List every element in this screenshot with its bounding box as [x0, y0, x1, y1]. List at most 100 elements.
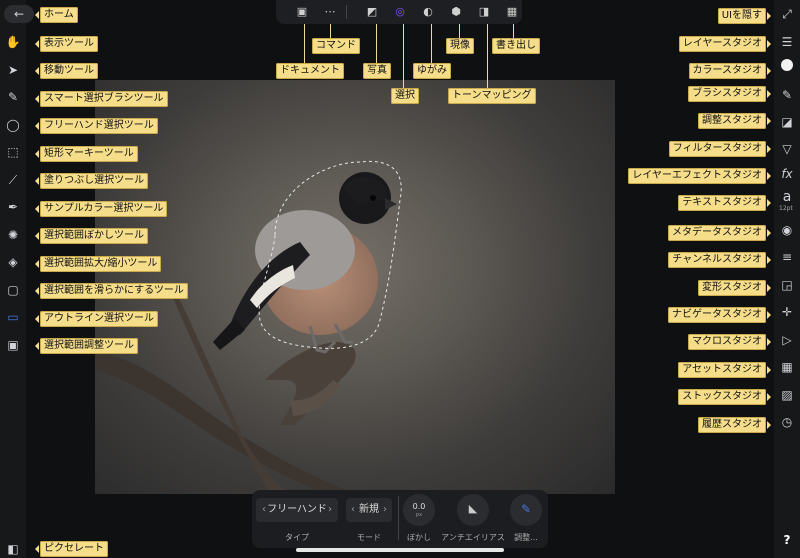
view-tool-icon[interactable]: ✋: [4, 33, 22, 51]
callout-hide-ui: UIを隠す: [717, 8, 772, 24]
callout-sample-color: サンプルカラー選択ツール: [34, 201, 168, 217]
selection-persona-icon[interactable]: ◎: [392, 4, 408, 20]
callout-metadata: メタデータスタジオ: [668, 225, 771, 241]
chevron-right-icon[interactable]: ›: [383, 498, 387, 522]
refine-label: 調整...: [514, 533, 538, 542]
sample-color-select-icon[interactable]: ✒: [4, 198, 22, 216]
flood-select-icon[interactable]: ⟋: [4, 171, 22, 189]
refine-button[interactable]: ✎: [510, 494, 542, 526]
rectangular-marquee-icon[interactable]: ⬚: [4, 143, 22, 161]
callout-channels: チャンネルスタジオ: [668, 252, 771, 268]
callout-document: ドキュメント: [276, 63, 344, 79]
toolbar-separator: [346, 5, 347, 19]
antialias-label: アンチエイリアス: [441, 533, 505, 542]
macro-icon[interactable]: ▷: [778, 331, 796, 349]
callout-freehand: フリーハンド選択ツール: [35, 118, 158, 134]
selection-mode-picker[interactable]: ‹ 新規 ›: [346, 498, 392, 522]
leader-line: [487, 24, 488, 88]
home-indicator[interactable]: [296, 548, 504, 552]
leader-line: [403, 24, 404, 88]
callout-export: 書き出し: [492, 38, 540, 54]
smart-selection-brush-icon[interactable]: ✎: [4, 88, 22, 106]
callout-home: ホーム: [35, 7, 78, 23]
chevron-right-icon[interactable]: ›: [328, 498, 332, 522]
callout-stock: ストックスタジオ: [678, 389, 771, 405]
callout-photo: 写真: [363, 63, 391, 79]
color-icon[interactable]: [778, 58, 796, 76]
move-tool-icon[interactable]: ➤: [4, 61, 22, 79]
callout-outline: アウトライン選択ツール: [35, 311, 158, 327]
transform-icon[interactable]: ◲: [778, 276, 796, 294]
context-toolbar: ‹ フリーハンド › タイプ ‹ 新規 › モード 0.0 px ぼかし ◣ ア…: [252, 490, 548, 548]
callout-brush: ブラシスタジオ: [688, 86, 771, 102]
antialias-toggle[interactable]: ◣: [457, 494, 489, 526]
callout-warp: ゆがみ: [413, 63, 451, 79]
home-back-icon[interactable]: ←: [4, 5, 34, 23]
callout-smooth: 選択範囲を滑らかにするツール: [35, 283, 188, 299]
callout-text: テキストスタジオ: [678, 195, 771, 211]
grow-shrink-icon[interactable]: ◈: [4, 253, 22, 271]
leader-line: [459, 24, 460, 38]
navigator-icon[interactable]: ✛: [778, 303, 796, 321]
callout-color: カラースタジオ: [688, 63, 771, 79]
freehand-selection-icon[interactable]: ◯: [4, 116, 22, 134]
pixel-tool-icon[interactable]: ◧: [4, 540, 22, 558]
mode-label: モード: [357, 533, 381, 542]
document-menu-icon[interactable]: ▣: [294, 4, 310, 20]
callout-pixel: ピクセレート: [35, 541, 108, 557]
chevron-left-icon[interactable]: ‹: [262, 498, 266, 522]
callout-refine: 選択範囲調整ツール: [35, 338, 138, 354]
chevron-left-icon[interactable]: ‹: [351, 498, 355, 522]
adjustment-icon[interactable]: ◪: [778, 113, 796, 131]
callout-history: 履歴スタジオ: [698, 417, 771, 433]
leader-line: [376, 24, 377, 64]
callout-macro: マクロスタジオ: [688, 334, 771, 350]
metadata-icon[interactable]: ◉: [778, 221, 796, 239]
callout-adjustment: 調整スタジオ: [698, 113, 771, 129]
photo-persona-icon[interactable]: ◩: [364, 4, 380, 20]
callout-smart-brush: スマート選択ブラシツール: [35, 91, 168, 107]
callout-assets: アセットスタジオ: [678, 362, 771, 378]
tone-mapping-persona-icon[interactable]: ◨: [476, 4, 492, 20]
history-icon[interactable]: ◷: [778, 413, 796, 431]
more-commands-icon[interactable]: ⋯: [322, 4, 338, 20]
callout-filter: フィルタースタジオ: [668, 141, 772, 157]
selection-feather-icon[interactable]: ✺: [4, 226, 22, 244]
leader-line: [304, 24, 305, 64]
feather-dial[interactable]: 0.0 px: [403, 494, 435, 526]
text-size-label: 12pt: [779, 205, 793, 212]
callout-command: コマンド: [312, 38, 360, 54]
hide-ui-icon[interactable]: ⤢: [778, 5, 796, 23]
selection-type-picker[interactable]: ‹ フリーハンド ›: [256, 498, 338, 522]
callout-marquee: 矩形マーキーツール: [35, 146, 138, 162]
assets-icon[interactable]: ▦: [778, 358, 796, 376]
antialias-icon: ◣: [468, 502, 478, 515]
feather-label: ぼかし: [407, 533, 431, 542]
channels-icon[interactable]: ≡: [778, 248, 796, 266]
export-persona-icon[interactable]: ▦: [504, 4, 520, 20]
brush-icon[interactable]: ✎: [778, 86, 796, 104]
callout-move-tool: 移動ツール: [35, 63, 98, 79]
stock-icon[interactable]: ▨: [778, 386, 796, 404]
callout-navigator: ナビゲータスタジオ: [668, 307, 771, 323]
callout-select: 選択: [391, 88, 419, 104]
type-label: タイプ: [285, 533, 309, 542]
help-icon[interactable]: ?: [778, 531, 796, 549]
refine-selection-icon[interactable]: ▣: [4, 336, 22, 354]
liquify-persona-icon[interactable]: ◐: [420, 4, 436, 20]
refine-brush-icon: ✎: [520, 502, 532, 516]
callout-view-tool: 表示ツール: [35, 36, 98, 52]
filter-icon[interactable]: ▽: [778, 140, 796, 158]
develop-persona-icon[interactable]: ⬢: [448, 4, 464, 20]
callout-grow-shrink: 選択範囲拡大/縮小ツール: [34, 256, 162, 272]
leader-line: [431, 24, 432, 64]
fx-icon[interactable]: fx: [778, 165, 796, 183]
callout-layers: レイヤースタジオ: [678, 36, 772, 52]
callout-feather: 選択範囲ぼかしツール: [35, 228, 148, 244]
callout-flood-select: 塗りつぶし選択ツール: [34, 173, 149, 189]
tools-panel: [0, 0, 26, 558]
outline-selection-icon[interactable]: ▭: [4, 308, 22, 326]
layers-icon[interactable]: ☰: [778, 33, 796, 51]
feather-value: 0.0: [412, 502, 426, 511]
smooth-selection-icon[interactable]: ▢: [4, 281, 22, 299]
